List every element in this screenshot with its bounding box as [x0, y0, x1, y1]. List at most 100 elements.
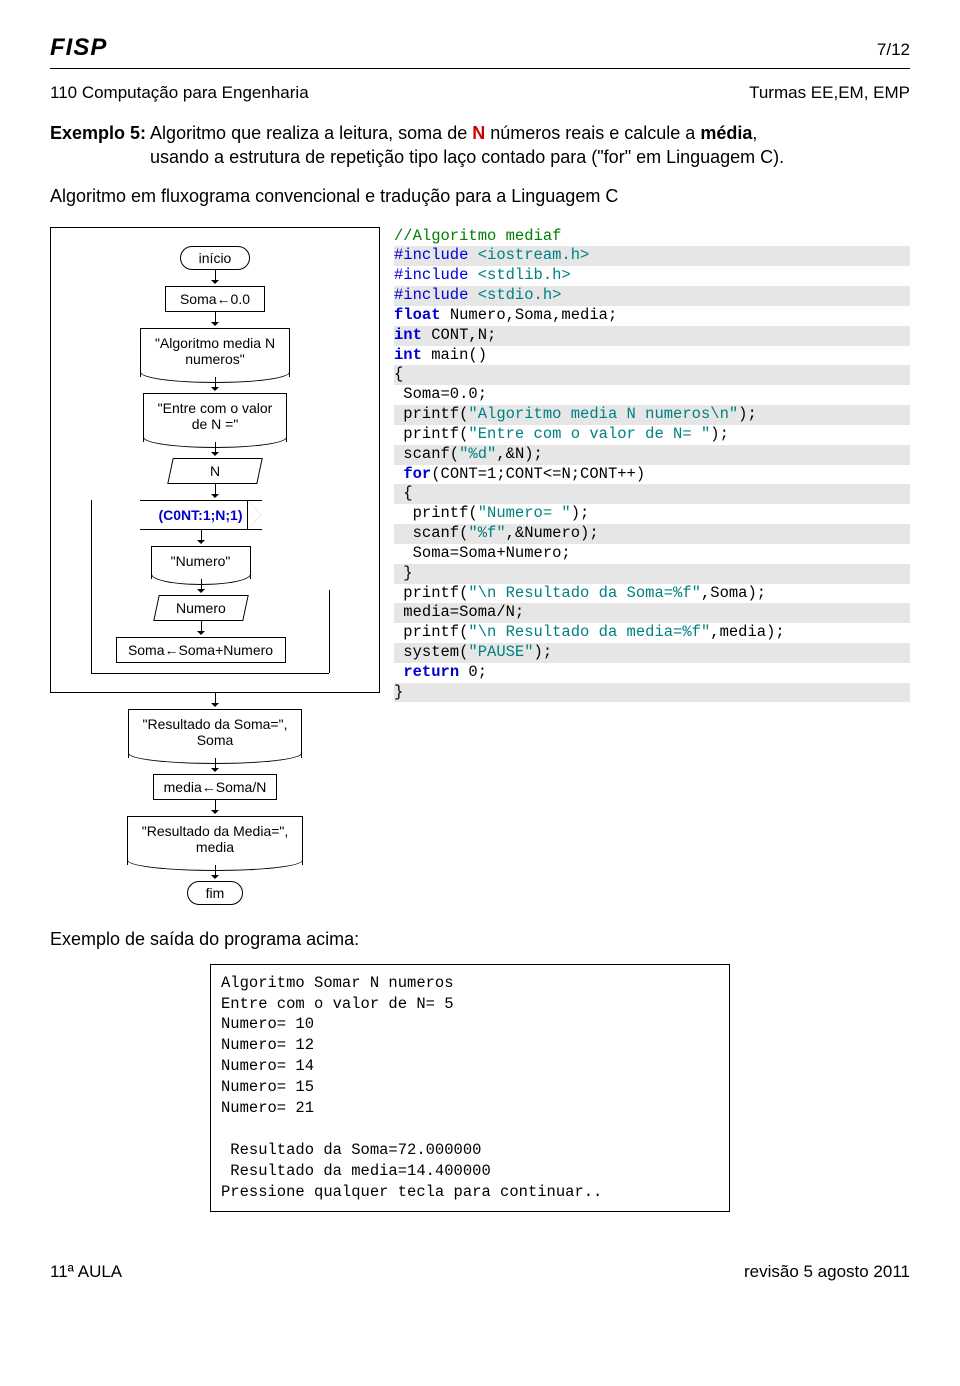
fc-print-prompt-l2: de N =": [158, 416, 273, 432]
code-text: printf(: [394, 623, 468, 641]
arrow-icon: [210, 312, 220, 328]
code-include: #include: [394, 246, 478, 264]
fc-print-res-soma-l2: Soma: [143, 732, 288, 748]
fc-print-prompt: "Entre com o valor de N =": [143, 393, 288, 442]
arrow-icon: [210, 800, 220, 816]
code-header: <stdlib.h>: [478, 266, 571, 284]
out-line: Resultado da media=14.400000: [221, 1162, 491, 1180]
code-text: printf(: [394, 405, 468, 423]
code-text: ,Soma);: [701, 584, 766, 602]
fc-print-numero: "Numero": [151, 546, 251, 579]
arrow-icon: [210, 484, 220, 500]
fc-for-hex: (C0NT:1;N;1): [126, 500, 276, 530]
fc-print-title-l2: numeros": [155, 351, 275, 367]
fc-print-res-soma-l1: "Resultado da Soma=",: [143, 716, 288, 732]
page-number: 7/12: [877, 40, 910, 60]
code-text: Soma=0.0;: [394, 385, 910, 405]
intro-line2: usando a estrutura de repetição tipo laç…: [150, 145, 910, 169]
out-line: Numero= 15: [221, 1078, 314, 1096]
code-header: <iostream.h>: [478, 246, 590, 264]
code-text: );: [571, 504, 590, 522]
code-text: scanf(: [394, 445, 459, 463]
fc-print-title-l1: "Algoritmo media N: [155, 335, 275, 351]
code-keyword: for: [403, 465, 431, 483]
intro-text-1b: números reais e calcule a: [485, 123, 700, 143]
code-text: }: [394, 683, 910, 703]
code-text: printf(: [394, 425, 468, 443]
arrow-icon: [196, 530, 206, 546]
code-text: {: [394, 484, 910, 504]
code-text: [394, 663, 403, 681]
out-line: Numero= 10: [221, 1015, 314, 1033]
fc-read-numero-label: Numero: [176, 600, 226, 616]
code-text: Soma=Soma+Numero;: [394, 544, 910, 564]
code-string: "%f": [468, 524, 505, 542]
code-string: "Algoritmo media N numeros\n": [468, 405, 738, 423]
arrow-icon: [210, 270, 220, 286]
fc-read-n-label: N: [210, 463, 220, 479]
code-string: "\n Resultado da media=%f": [468, 623, 710, 641]
fc-read-numero: Numero: [153, 595, 249, 621]
code-string: "\n Resultado da Soma=%f": [468, 584, 701, 602]
out-line: Pressione qualquer tecla para continuar.…: [221, 1183, 602, 1201]
output-box: Algoritmo Somar N numeros Entre com o va…: [210, 964, 730, 1212]
fc-loop: (C0NT:1;N;1) "Numero" Numero Soma←Soma+N…: [91, 500, 329, 674]
out-line: Algoritmo Somar N numeros: [221, 974, 454, 992]
intro-text-1c: ,: [752, 123, 757, 143]
code-text: Numero,Soma,media;: [441, 306, 618, 324]
code-text: }: [394, 564, 910, 584]
code-keyword: int: [394, 326, 422, 344]
code-text: printf(: [394, 504, 478, 522]
code-string: "%d": [459, 445, 496, 463]
fc-print-res-media: "Resultado da Media=", media: [127, 816, 304, 865]
fc-for-label: (C0NT:1;N;1): [140, 500, 262, 530]
code-text: ,&Numero);: [506, 524, 599, 542]
intro-media: média: [700, 123, 752, 143]
fc-fim: fim: [187, 881, 244, 905]
fc-read-n: N: [167, 458, 263, 484]
turmas: Turmas EE,EM, EMP: [749, 83, 910, 103]
code-text: main(): [422, 346, 487, 364]
code-listing: //Algoritmo mediaf #include <iostream.h>…: [394, 227, 910, 703]
code-string: "PAUSE": [468, 643, 533, 661]
out-line: Entre com o valor de N= 5: [221, 995, 454, 1013]
code-string: "Entre com o valor de N= ": [468, 425, 710, 443]
out-line: Resultado da Soma=72.000000: [221, 1141, 481, 1159]
out-line: Numero= 14: [221, 1057, 314, 1075]
code-include: #include: [394, 286, 478, 304]
code-text: 0;: [459, 663, 487, 681]
doc-title: FISP: [50, 34, 107, 62]
code-text: );: [534, 643, 553, 661]
arrow-icon: [196, 579, 206, 595]
code-text: system(: [394, 643, 468, 661]
code-comment: //Algoritmo mediaf: [394, 227, 561, 245]
code-text: media=Soma/N;: [394, 603, 910, 623]
output-title: Exemplo de saída do programa acima:: [50, 929, 910, 950]
code-keyword: int: [394, 346, 422, 364]
fc-soma-acc: Soma←Soma+Numero: [116, 637, 286, 663]
intro-line3: Algoritmo em fluxograma convencional e t…: [50, 186, 910, 207]
code-text: printf(: [394, 584, 468, 602]
flowchart-box: início Soma←0.0 "Algoritmo media N numer…: [50, 227, 380, 693]
footer-revision: revisão 5 agosto 2011: [744, 1262, 910, 1282]
code-text: );: [738, 405, 757, 423]
code-text: CONT,N;: [422, 326, 496, 344]
code-text: );: [710, 425, 729, 443]
arrow-icon: [210, 442, 220, 458]
code-text: (CONT=1;CONT<=N;CONT++): [431, 465, 645, 483]
arrow-icon: [210, 865, 220, 881]
fc-print-res-media-l2: media: [142, 839, 289, 855]
out-line: Numero= 12: [221, 1036, 314, 1054]
footer-aula: 11ª AULA: [50, 1262, 122, 1282]
intro-N: N: [472, 123, 485, 143]
code-text: scanf(: [394, 524, 468, 542]
fc-print-res-media-l1: "Resultado da Media=",: [142, 823, 289, 839]
code-text: ,media);: [710, 623, 784, 641]
code-text: {: [394, 365, 910, 385]
fc-media-calc: media←Soma/N: [153, 774, 278, 800]
code-string: "Numero= ": [478, 504, 571, 522]
fc-soma-init: Soma←0.0: [165, 286, 265, 312]
arrow-icon: [210, 693, 220, 709]
intro-text-1a: Algoritmo que realiza a leitura, soma de: [150, 123, 472, 143]
fc-print-numero-label: "Numero": [171, 553, 231, 569]
